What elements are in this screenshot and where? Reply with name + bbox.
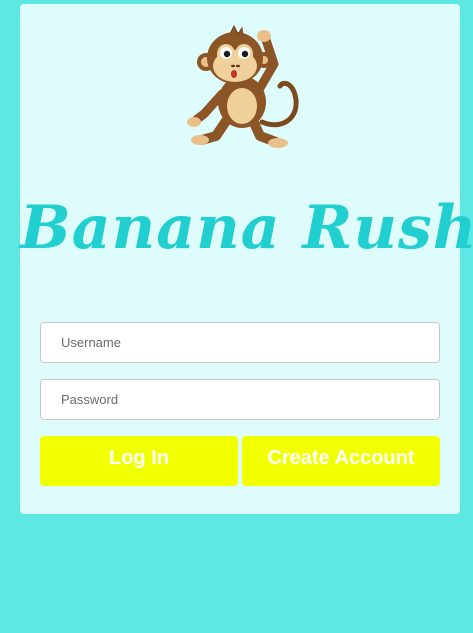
login-button[interactable]: Log In — [40, 436, 238, 486]
username-input[interactable] — [40, 322, 440, 363]
password-input[interactable] — [40, 379, 440, 420]
create-account-button[interactable]: Create Account — [242, 436, 440, 486]
monkey-icon — [187, 24, 299, 148]
login-card: Banana Rush Log In Create Account — [20, 4, 473, 514]
app-title: Banana Rush — [20, 193, 473, 263]
